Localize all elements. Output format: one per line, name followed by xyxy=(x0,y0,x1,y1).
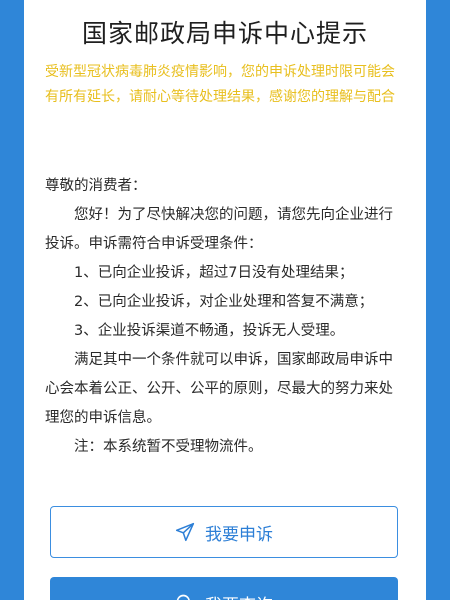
condition-item-1: 1、已向企业投诉，超过7日没有处理结果； xyxy=(74,265,354,281)
complain-button-label: 我要申诉 xyxy=(205,524,273,545)
instructions: 尊敬的消费者： 您好！为了尽快解决您的问题，请您先向企业进行投诉。申诉需符合申诉… xyxy=(45,172,405,462)
search-icon xyxy=(176,594,190,600)
condition-item-2: 2、已向企业投诉，对企业处理和答复不满意； xyxy=(74,294,374,310)
page-title: 国家邮政局申诉中心提示 xyxy=(81,19,368,48)
query-button-label: 我要查询 xyxy=(205,591,273,600)
logistics-note: 注：本系统暂不受理物流件。 xyxy=(74,439,263,455)
complain-button[interactable]: 我要申诉 xyxy=(50,506,398,558)
epidemic-notice: 受新型冠状病毒肺炎疫情影响，您的申诉处理时限可能会有所有延长，请耐心等待处理结果… xyxy=(45,64,395,105)
greeting: 尊敬的消费者： xyxy=(45,178,147,194)
send-icon xyxy=(175,522,195,542)
notice-card: 国家邮政局申诉中心提示 受新型冠状病毒肺炎疫情影响，您的申诉处理时限可能会有所有… xyxy=(24,0,426,600)
intro-text: 您好！为了尽快解决您的问题，请您先向企业进行投诉。申诉需符合申诉受理条件： xyxy=(45,207,393,252)
summary-text: 满足其中一个条件就可以申诉，国家邮政局申诉中心会本着公正、公开、公平的原则，尽最… xyxy=(45,352,393,426)
condition-item-3: 3、企业投诉渠道不畅通，投诉无人受理。 xyxy=(74,323,345,339)
query-button[interactable]: 我要查询 xyxy=(50,577,398,600)
